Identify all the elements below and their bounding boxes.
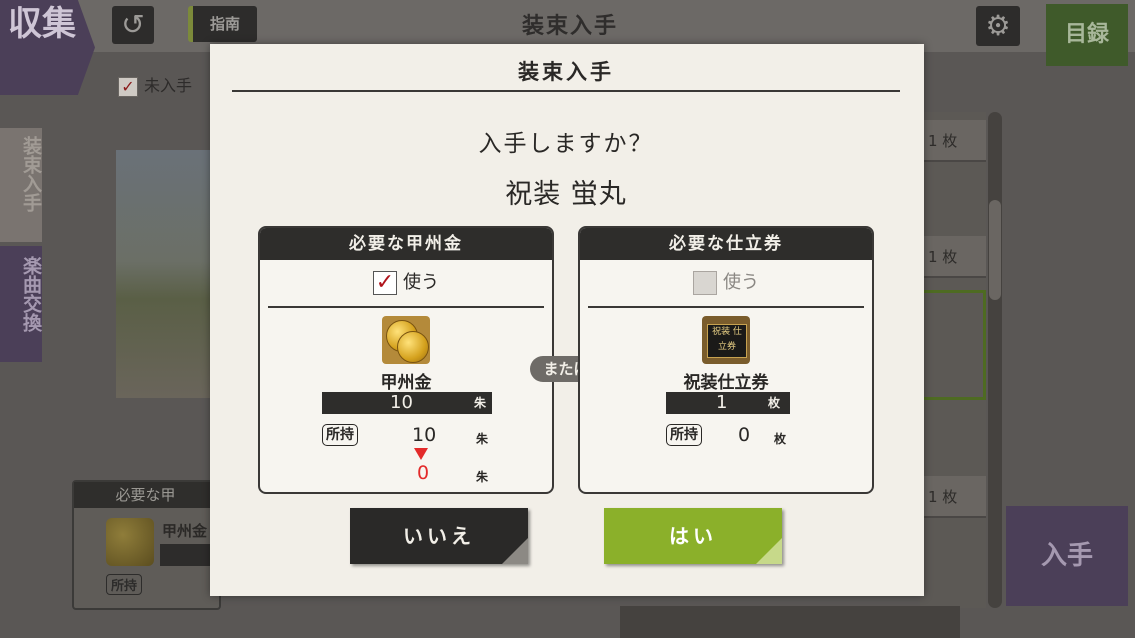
yes-button[interactable]: はい bbox=[604, 508, 782, 564]
list-item[interactable]: 1 枚 bbox=[920, 120, 986, 162]
bottom-panel-bar bbox=[160, 544, 215, 566]
button-corner bbox=[502, 538, 528, 564]
ticket-required-value: 1 bbox=[716, 392, 728, 413]
gold-required-bar: 10 朱 bbox=[322, 392, 492, 414]
ticket-own-tag: 所持 bbox=[666, 424, 702, 446]
side-tab-costume[interactable]: 装束入手 bbox=[0, 128, 42, 242]
use-gold-checkbox[interactable]: ✓ bbox=[373, 271, 397, 295]
ticket-card-header: 必要な仕立券 bbox=[580, 228, 872, 260]
scroll-thumb[interactable] bbox=[989, 200, 1001, 300]
bottom-panel-header: 必要な甲 bbox=[74, 482, 217, 508]
use-ticket-checkbox[interactable] bbox=[693, 271, 717, 295]
list-item[interactable]: 1 枚 bbox=[920, 236, 986, 278]
gold-after-value: 0 bbox=[417, 462, 430, 484]
gold-cost-card: 必要な甲州金 ✓ 使う 甲州金 10 朱 所持 10 朱 0 朱 bbox=[258, 226, 554, 494]
gold-owned-value: 10 bbox=[412, 424, 437, 446]
bottom-strip bbox=[620, 606, 960, 638]
button-corner bbox=[756, 538, 782, 564]
no-button[interactable]: いいえ bbox=[350, 508, 528, 564]
dialog-title: 装束入手 bbox=[518, 60, 614, 84]
yes-button-label: はい bbox=[669, 524, 717, 548]
character-scene-image bbox=[116, 150, 220, 398]
list-scrollbar[interactable] bbox=[988, 112, 1002, 608]
ticket-owned-unit: 枚 bbox=[774, 432, 787, 446]
ticket-icon-text: 祝装 仕立券 bbox=[707, 324, 747, 358]
koshu-gold-icon bbox=[382, 316, 430, 364]
gold-after-unit: 朱 bbox=[476, 470, 489, 484]
gold-card-header: 必要な甲州金 bbox=[260, 228, 552, 260]
collection-tab[interactable]: 収集 bbox=[0, 0, 95, 95]
gold-required-value: 10 bbox=[390, 392, 413, 413]
guide-button[interactable]: 指南 bbox=[188, 6, 257, 42]
dialog-question: 入手しますか？ bbox=[478, 131, 654, 157]
use-gold-toggle[interactable]: ✓ 使う bbox=[260, 268, 552, 295]
ticket-required-unit: 枚 bbox=[768, 396, 781, 410]
bottom-panel-item: 甲州金 bbox=[162, 522, 208, 540]
use-ticket-label: 使う bbox=[723, 272, 759, 293]
costume-list[interactable]: 1 枚 1 枚 1 枚 bbox=[920, 112, 986, 608]
tailoring-ticket-icon: 祝装 仕立券 bbox=[702, 316, 750, 364]
bottom-panel-own-tag: 所持 bbox=[106, 574, 143, 595]
ticket-item-name: 祝装仕立券 bbox=[683, 373, 769, 393]
title-divider bbox=[232, 90, 900, 92]
catalog-button[interactable]: 目録 bbox=[1046, 4, 1128, 66]
gold-owned-unit: 朱 bbox=[476, 432, 489, 446]
no-button-label: いいえ bbox=[403, 524, 475, 548]
gold-required-unit: 朱 bbox=[474, 396, 487, 410]
side-tab-music[interactable]: 楽曲交換 bbox=[0, 246, 42, 362]
unobtained-filter-label: 未入手 bbox=[144, 76, 193, 95]
card-divider bbox=[268, 306, 544, 308]
obtain-button[interactable]: 入手 bbox=[1006, 506, 1128, 606]
costume-name: 祝装 蛍丸 bbox=[505, 179, 627, 210]
list-item[interactable]: 1 枚 bbox=[920, 476, 986, 518]
unobtained-filter[interactable]: ✓ 未入手 bbox=[118, 72, 192, 97]
ticket-cost-card: 必要な仕立券 使う 祝装 仕立券 祝装仕立券 1 枚 所持 0 枚 bbox=[578, 226, 874, 494]
gear-icon[interactable]: ⚙ bbox=[976, 6, 1020, 46]
filter-checkbox[interactable]: ✓ bbox=[118, 76, 138, 97]
ticket-required-bar: 1 枚 bbox=[666, 392, 790, 414]
decrease-arrow-icon bbox=[414, 448, 428, 460]
coin-icon bbox=[106, 518, 154, 566]
screen-title: 装束入手 bbox=[521, 14, 618, 39]
list-item-selected[interactable] bbox=[920, 290, 986, 400]
use-ticket-toggle[interactable]: 使う bbox=[580, 268, 872, 295]
gold-own-tag: 所持 bbox=[322, 424, 358, 446]
back-icon[interactable]: ↺ bbox=[112, 6, 154, 44]
gold-item-name: 甲州金 bbox=[380, 373, 432, 393]
card-divider bbox=[588, 306, 864, 308]
use-gold-label: 使う bbox=[403, 272, 439, 293]
ticket-owned-value: 0 bbox=[738, 424, 751, 446]
